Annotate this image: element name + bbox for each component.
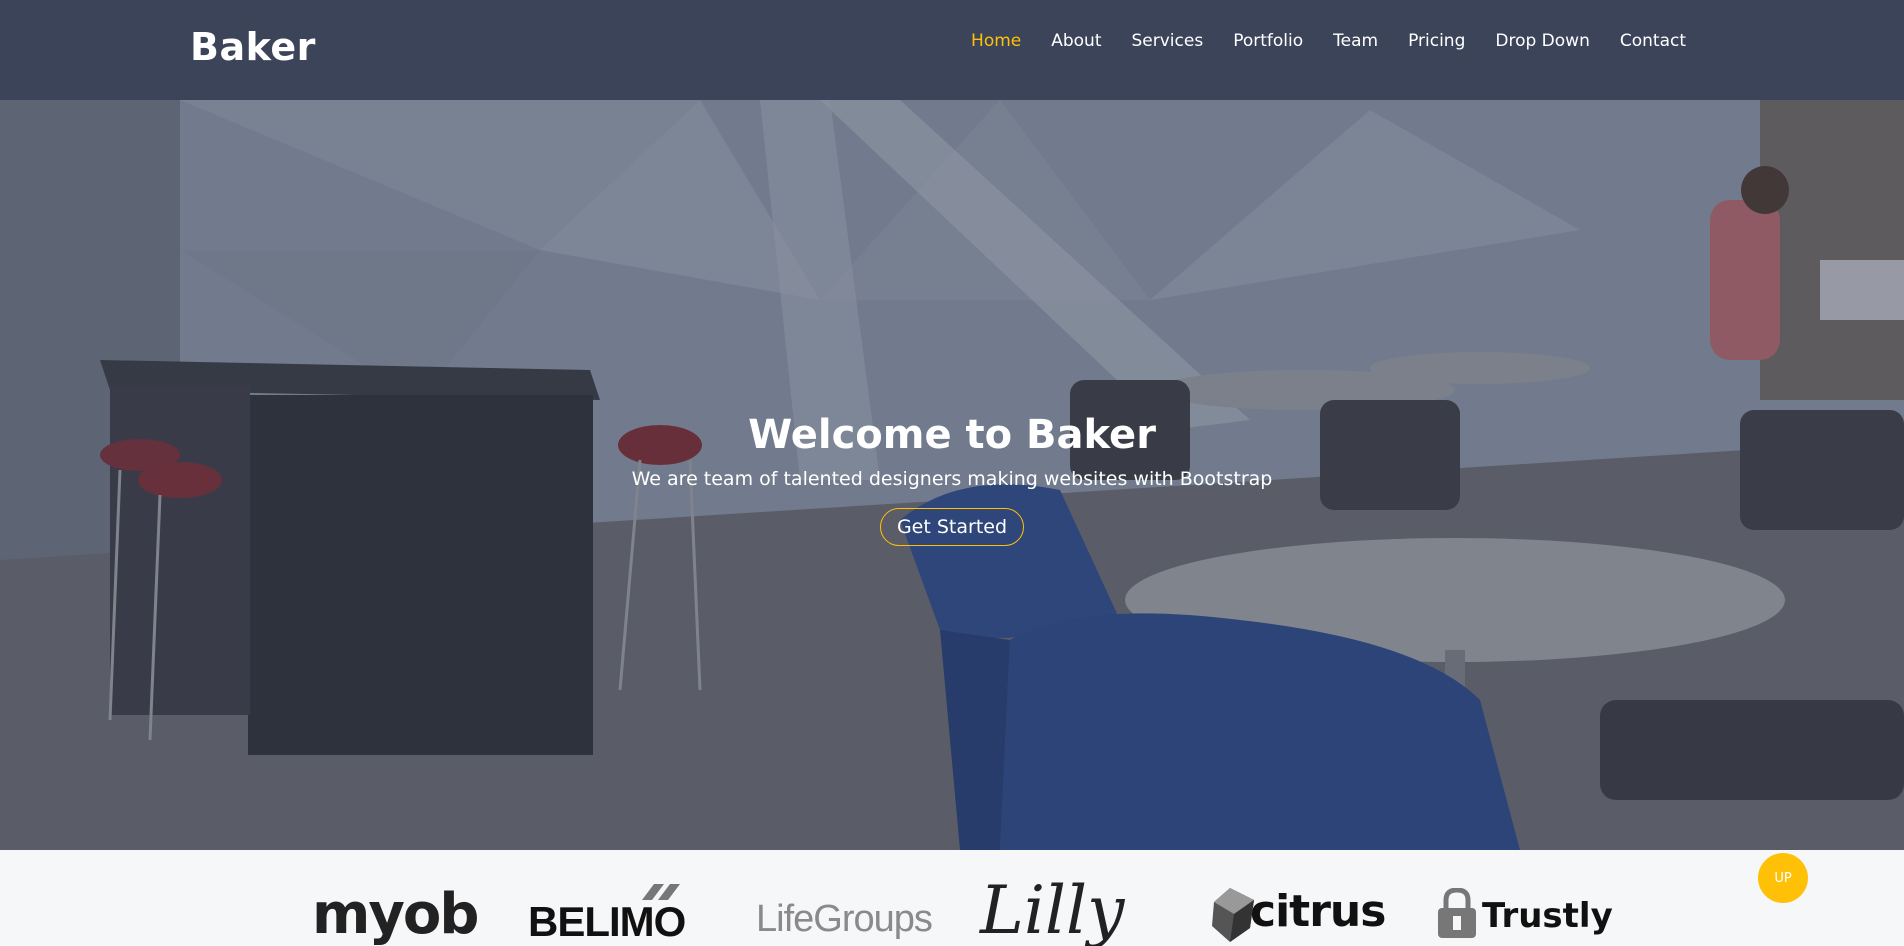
client-logo-belimo[interactable]: BELIMO [528,898,686,946]
hero-content: Welcome to Baker We are team of talented… [0,410,1904,546]
clients-strip: myob BELIMO LifeGroups Lilly citrus Trus… [0,850,1904,946]
nav-item-drop-down[interactable]: Drop Down [1495,31,1589,51]
hero-subtitle: We are team of talented designers making… [631,468,1273,490]
client-logo-lilly[interactable]: Lilly [980,872,1124,946]
client-logo-lifegroups[interactable]: LifeGroups [756,898,933,941]
belimo-mark-icon [642,884,680,900]
nav-item-contact[interactable]: Contact [1620,31,1686,51]
client-logo-myob[interactable]: myob [312,882,479,946]
nav-item-team[interactable]: Team [1333,31,1378,51]
trustly-lock-icon [1438,888,1476,938]
get-started-button[interactable]: Get Started [879,508,1025,546]
back-to-top-button[interactable]: UP [1758,853,1808,903]
nav-item-about[interactable]: About [1051,31,1101,51]
nav-item-home[interactable]: Home [971,31,1021,51]
nav-item-pricing[interactable]: Pricing [1408,31,1465,51]
hero-title: Welcome to Baker [748,412,1156,458]
site-header: Baker Home About Services Portfolio Team… [0,0,1904,100]
client-logo-citrus[interactable]: citrus [1250,886,1386,937]
site-logo[interactable]: Baker [190,25,316,69]
citrus-cube-icon [1212,888,1254,942]
nav-item-services[interactable]: Services [1132,31,1204,51]
main-nav: Home About Services Portfolio Team Prici… [971,31,1686,51]
client-logo-trustly[interactable]: Trustly [1482,896,1613,936]
nav-item-portfolio[interactable]: Portfolio [1233,31,1303,51]
